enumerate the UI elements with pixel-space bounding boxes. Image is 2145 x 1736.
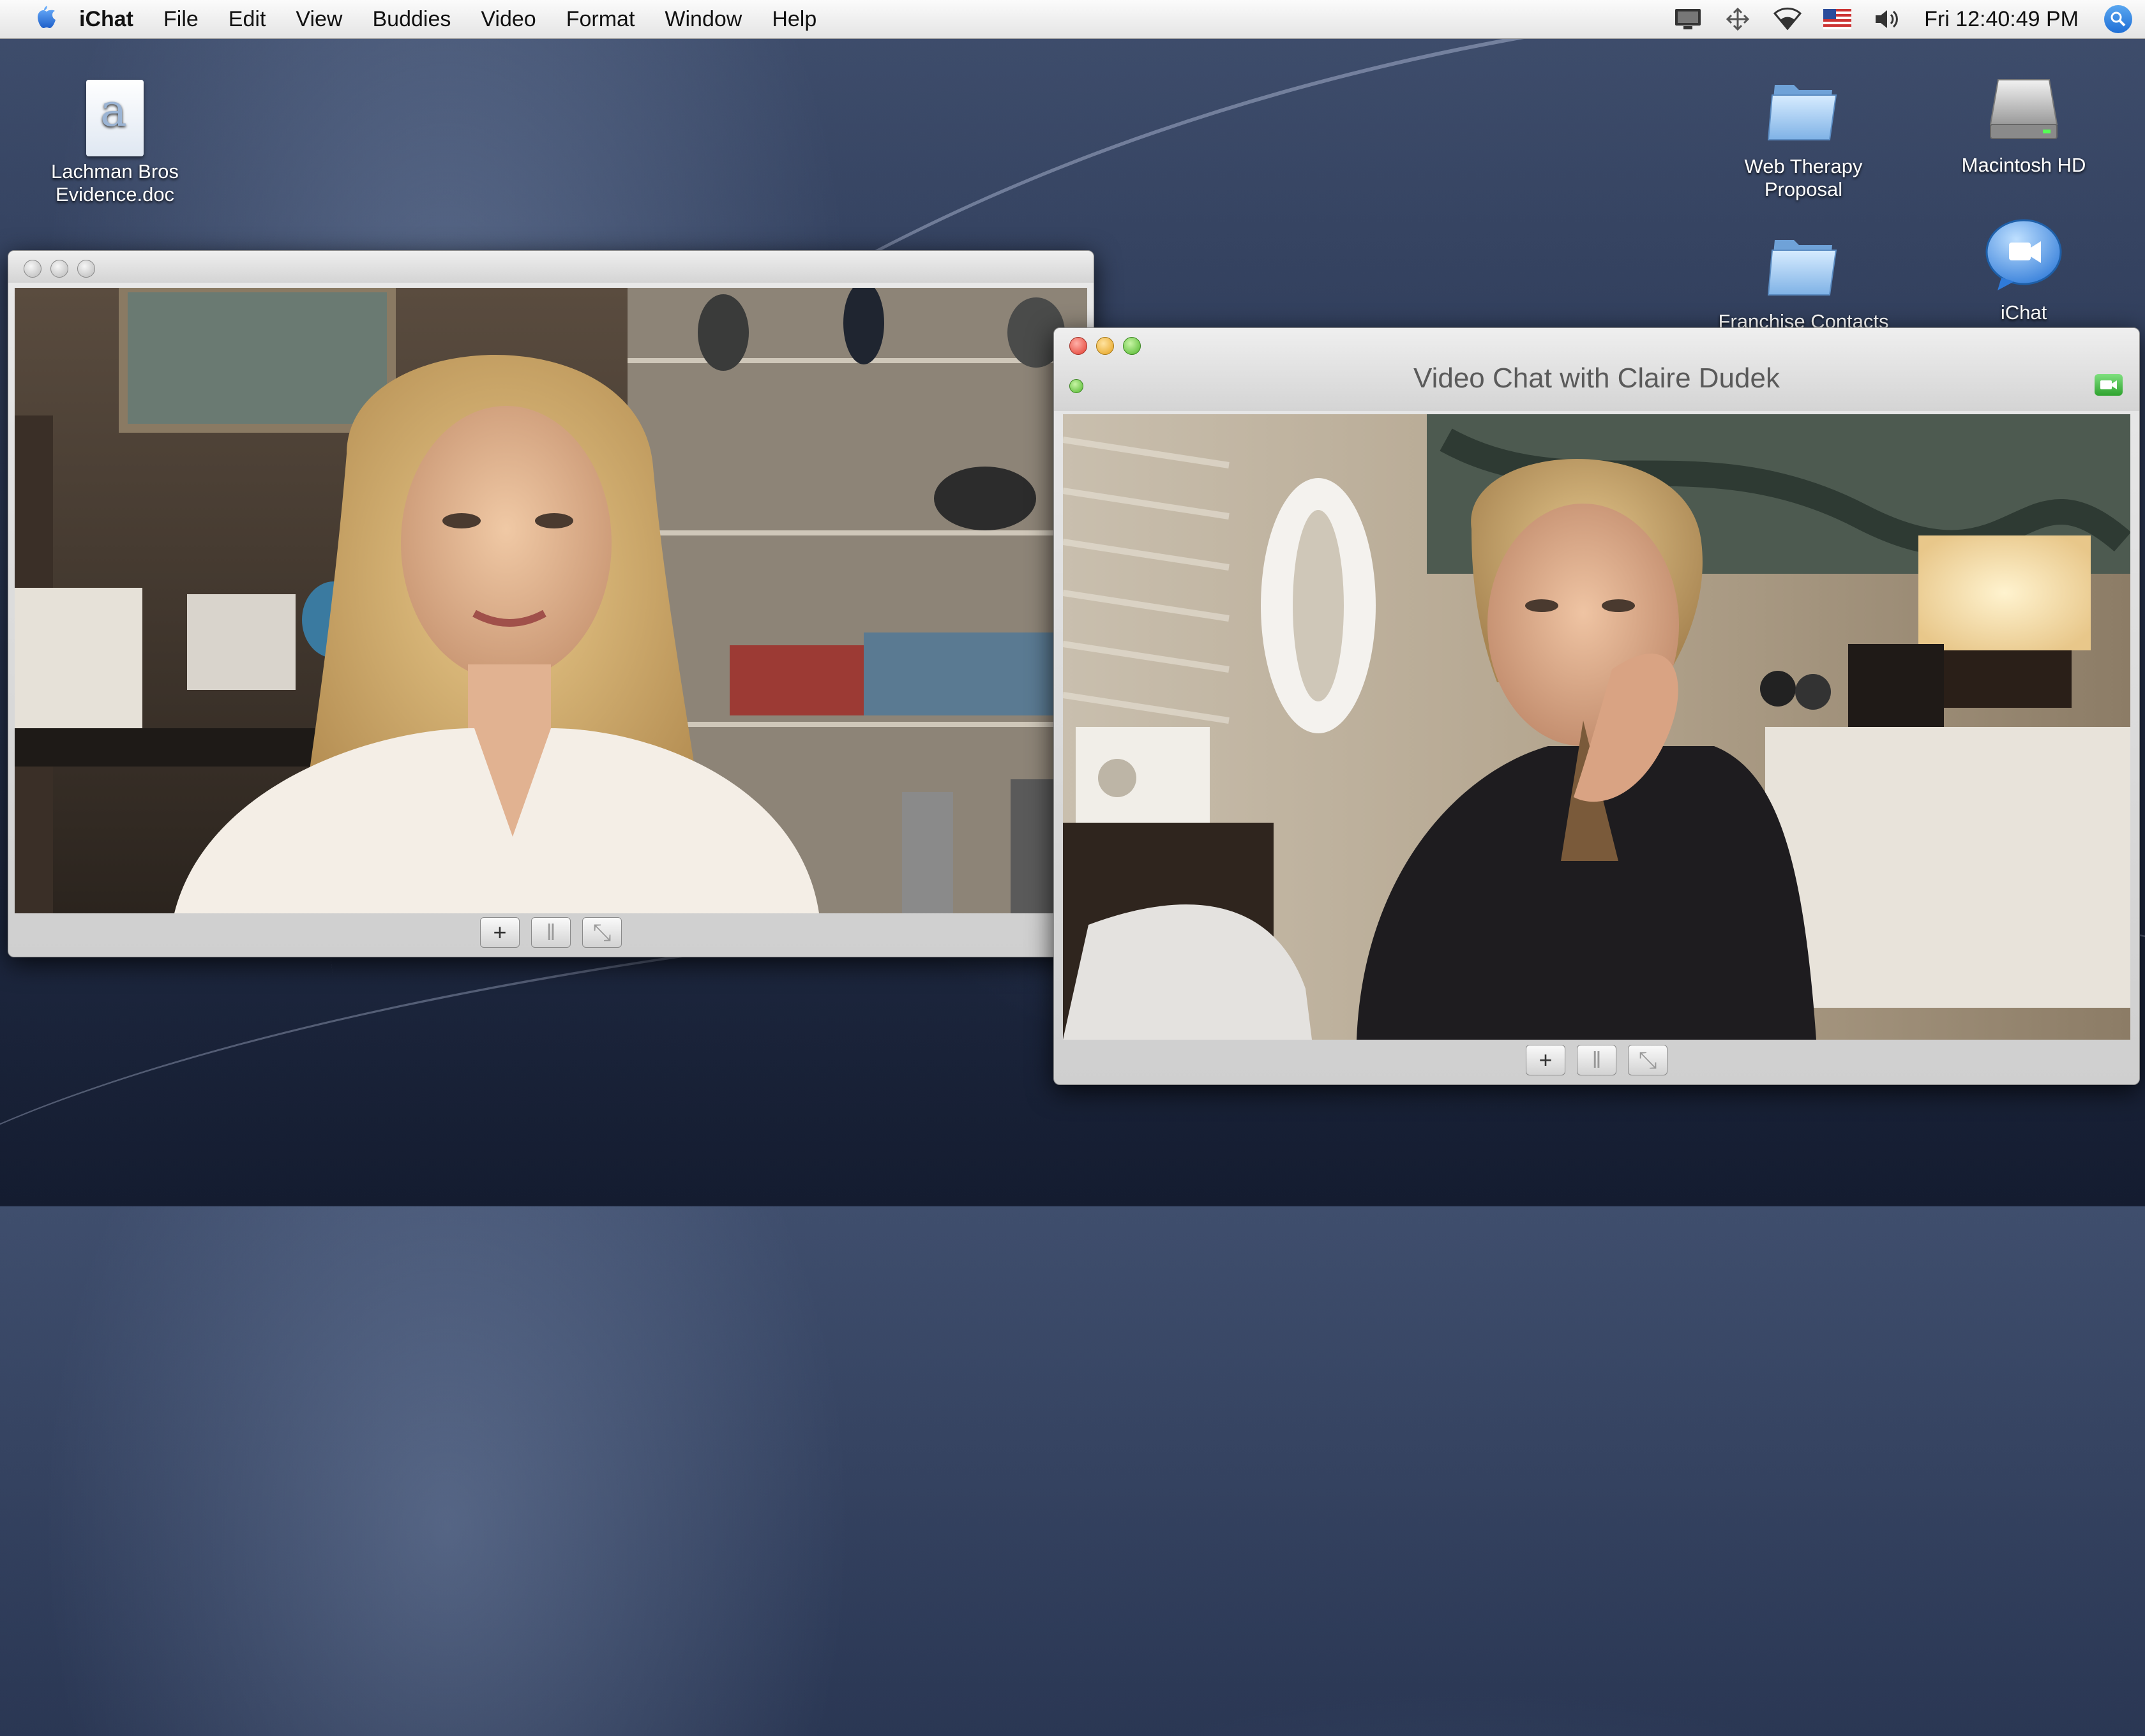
add-participant-button[interactable]: + (1526, 1045, 1565, 1075)
add-participant-button[interactable]: + (480, 917, 520, 948)
apple-icon[interactable] (29, 4, 60, 34)
word-document-icon (86, 80, 144, 156)
video-feed-remote (1063, 414, 2130, 1040)
sync-icon[interactable] (1722, 6, 1753, 32)
video-frame (1063, 414, 2130, 1040)
menu-bar: iChat File Edit View Buddies Video Forma… (0, 0, 2145, 39)
window-titlebar[interactable] (8, 251, 1094, 283)
menu-edit[interactable]: Edit (229, 7, 266, 32)
zoom-button[interactable] (77, 260, 95, 278)
wifi-icon[interactable] (1772, 6, 1803, 32)
desktop-icon-web-therapy-proposal[interactable]: Web Therapy Proposal (1724, 73, 1883, 201)
spotlight-icon[interactable] (2104, 5, 2132, 33)
desktop-icon-ichat[interactable]: iChat (1944, 217, 2104, 324)
ichat-app-icon (1985, 219, 2062, 290)
video-controls: + ‖ ⤡ (1054, 1045, 2139, 1075)
camera-icon[interactable] (2095, 374, 2123, 396)
menu-video[interactable]: Video (481, 7, 536, 32)
us-flag-icon[interactable] (1822, 6, 1853, 32)
desktop-icon-franchise-contacts[interactable]: Franchise Contacts (1698, 228, 1909, 327)
menu-clock[interactable]: Fri 12:40:49 PM (1924, 7, 2079, 32)
window-titlebar[interactable]: Video Chat with Claire Dudek (1054, 328, 2139, 411)
volume-icon[interactable] (1872, 6, 1902, 32)
menu-app-ichat[interactable]: iChat (79, 7, 133, 32)
minimize-button[interactable] (50, 260, 68, 278)
video-preview-window[interactable]: + ‖ ⤡ (8, 250, 1094, 957)
window-controls (1069, 337, 1141, 355)
window-title: Video Chat with Claire Dudek (1413, 363, 1780, 394)
display-icon[interactable] (1673, 6, 1703, 32)
window-controls (24, 260, 95, 278)
close-button[interactable] (24, 260, 41, 278)
fullscreen-button[interactable]: ⤡ (582, 917, 622, 948)
menu-buddies[interactable]: Buddies (372, 7, 451, 32)
close-button[interactable] (1069, 337, 1087, 355)
fullscreen-button[interactable]: ⤡ (1628, 1045, 1667, 1075)
desktop-icon-lachman-bros-evidence[interactable]: Lachman Bros Evidence.doc (35, 80, 195, 206)
menu-file[interactable]: File (163, 7, 199, 32)
menu-help[interactable]: Help (772, 7, 817, 32)
video-controls: + ‖ ⤡ (8, 917, 1094, 948)
menu-format[interactable]: Format (566, 7, 635, 32)
mute-button[interactable]: ‖ (1577, 1045, 1616, 1075)
folder-icon (1767, 85, 1837, 140)
hard-drive-icon (1989, 79, 2058, 139)
desktop-icon-macintosh-hd[interactable]: Macintosh HD (1944, 73, 2104, 177)
menu-view[interactable]: View (296, 7, 342, 32)
zoom-button[interactable] (1123, 337, 1141, 355)
folder-icon (1767, 240, 1837, 296)
mute-button[interactable]: ‖ (531, 917, 571, 948)
video-chat-window[interactable]: Video Chat with Claire Dudek + ‖ ⤡ (1053, 327, 2140, 1085)
minimize-button[interactable] (1096, 337, 1114, 355)
video-frame (15, 288, 1087, 913)
video-feed-self (15, 288, 1087, 913)
menu-window[interactable]: Window (665, 7, 742, 32)
menu-extras: Fri 12:40:49 PM (1653, 0, 2132, 38)
